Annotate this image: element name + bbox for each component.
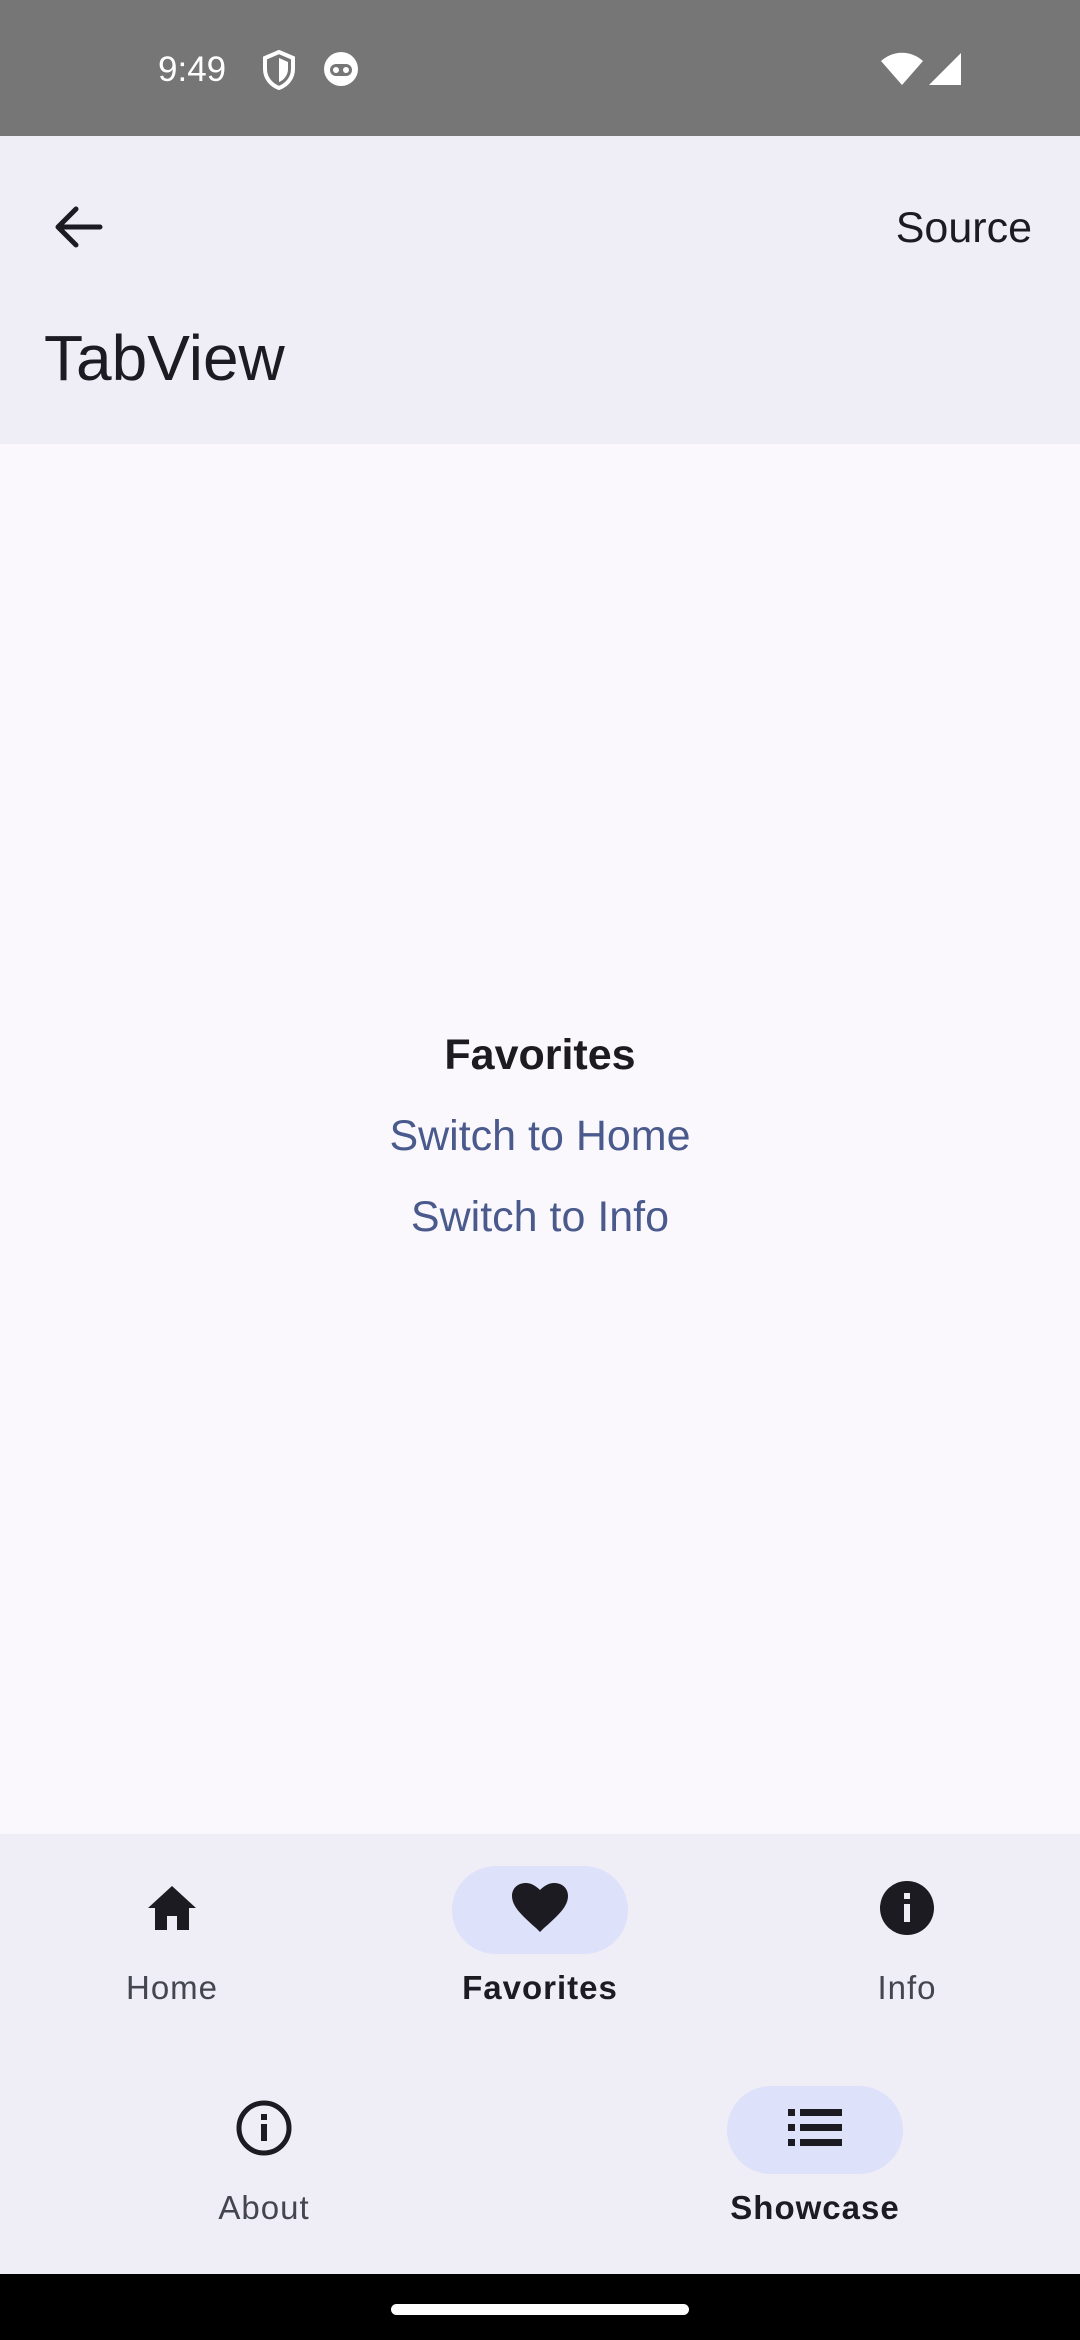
back-button[interactable] (36, 187, 120, 271)
info-filled-icon (879, 1880, 935, 1941)
wifi-icon (880, 52, 924, 91)
gesture-handle[interactable] (391, 2304, 689, 2315)
source-button[interactable]: Source (896, 196, 1032, 260)
status-time: 9:49 (158, 50, 227, 89)
nav-showcase-indicator (727, 2086, 903, 2174)
heart-icon (511, 1882, 569, 1939)
tab-favorites[interactable]: Favorites (410, 1866, 670, 2026)
gesture-bar (0, 2274, 1080, 2340)
home-icon (146, 1884, 198, 1937)
signal-icon (928, 52, 962, 91)
tab-info[interactable]: Info (777, 1866, 1037, 2026)
face-icon (322, 50, 360, 93)
content-heading: Favorites (444, 1031, 636, 1079)
tab-home[interactable]: Home (42, 1866, 302, 2026)
tab-content: Favorites Switch to Home Switch to Info (0, 444, 1080, 1834)
app-bar: Source TabView (0, 136, 1080, 444)
arrow-left-icon (52, 205, 104, 254)
nav-about-label: About (218, 2189, 310, 2226)
nav-showcase[interactable]: Showcase (685, 2086, 945, 2246)
page-title: TabView (44, 322, 285, 394)
tab-favorites-indicator (452, 1866, 628, 1954)
status-bar: 9:49 (0, 0, 1080, 136)
tab-info-indicator (819, 1866, 995, 1954)
tab-home-indicator (84, 1866, 260, 1954)
tab-info-label: Info (877, 1969, 937, 2006)
tab-favorites-label: Favorites (462, 1969, 618, 2006)
info-outline-icon (235, 2099, 293, 2162)
switch-to-info-link[interactable]: Switch to Info (0, 1187, 1080, 1247)
navigation-area: Home Favorites Info About Showcase (0, 1834, 1080, 2274)
shield-icon (262, 49, 296, 95)
list-icon (788, 2108, 842, 2152)
content-stack: Favorites Switch to Home Switch to Info (0, 1025, 1080, 1247)
nav-showcase-label: Showcase (730, 2189, 900, 2226)
nav-about[interactable]: About (134, 2086, 394, 2246)
nav-about-indicator (176, 2086, 352, 2174)
tab-home-label: Home (125, 1969, 219, 2006)
switch-to-home-link[interactable]: Switch to Home (0, 1106, 1080, 1166)
